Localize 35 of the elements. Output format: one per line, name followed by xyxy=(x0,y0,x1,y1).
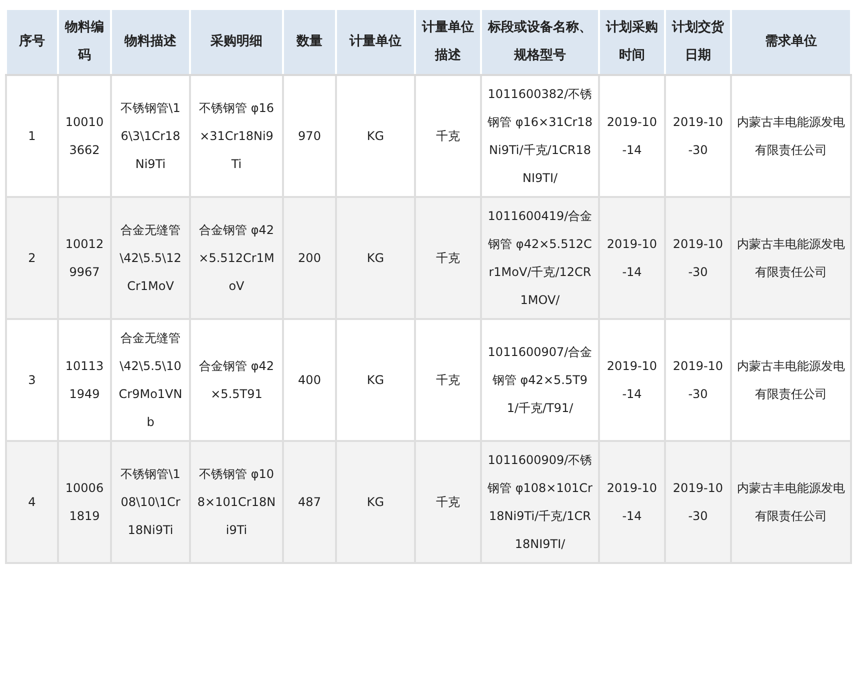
column-header: 物料编码 xyxy=(58,9,111,75)
table-cell: 内蒙古丰电能源发电有限责任公司 xyxy=(731,441,851,563)
table-cell: 内蒙古丰电能源发电有限责任公司 xyxy=(731,197,851,319)
table-cell: 合金无缝管\42\5.5\12Cr1MoV xyxy=(111,197,190,319)
column-header: 数量 xyxy=(283,9,336,75)
table-cell: 1011600909/不锈钢管 φ108×101Cr18Ni9Ti/千克/1CR18NI9TI/ xyxy=(481,441,599,563)
table-cell: 合金钢管 φ42×5.512Cr1MoV xyxy=(190,197,283,319)
table-cell: 2019-10-30 xyxy=(665,197,731,319)
table-cell: 100061819 xyxy=(58,441,111,563)
table-cell: 200 xyxy=(283,197,336,319)
table-cell: KG xyxy=(336,441,415,563)
column-header: 计量单位 xyxy=(336,9,415,75)
table-cell: 1011600419/合金钢管 φ42×5.512Cr1MoV/千克/12CR1MOV/ xyxy=(481,197,599,319)
table-cell: 487 xyxy=(283,441,336,563)
column-header: 序号 xyxy=(6,9,58,75)
column-header: 计量单位描述 xyxy=(415,9,481,75)
table-cell: KG xyxy=(336,197,415,319)
table-cell: 100129967 xyxy=(58,197,111,319)
table-cell: 3 xyxy=(6,319,58,441)
table-cell: 2019-10-30 xyxy=(665,441,731,563)
column-header: 采购明细 xyxy=(190,9,283,75)
table-cell: 千克 xyxy=(415,197,481,319)
table-cell: 4 xyxy=(6,441,58,563)
column-header: 标段或设备名称、规格型号 xyxy=(481,9,599,75)
table-cell: 不锈钢管 φ108×101Cr18Ni9Ti xyxy=(190,441,283,563)
column-header: 计划交货日期 xyxy=(665,9,731,75)
column-header: 计划采购时间 xyxy=(599,9,665,75)
table-cell: 2 xyxy=(6,197,58,319)
column-header: 物料描述 xyxy=(111,9,190,75)
table-cell: 2019-10-14 xyxy=(599,197,665,319)
table-cell: 2019-10-14 xyxy=(599,441,665,563)
column-header: 需求单位 xyxy=(731,9,851,75)
table-cell: 不锈钢管\108\10\1Cr18Ni9Ti xyxy=(111,441,190,563)
table-cell: 千克 xyxy=(415,441,481,563)
table-cell: 1 xyxy=(6,75,58,197)
